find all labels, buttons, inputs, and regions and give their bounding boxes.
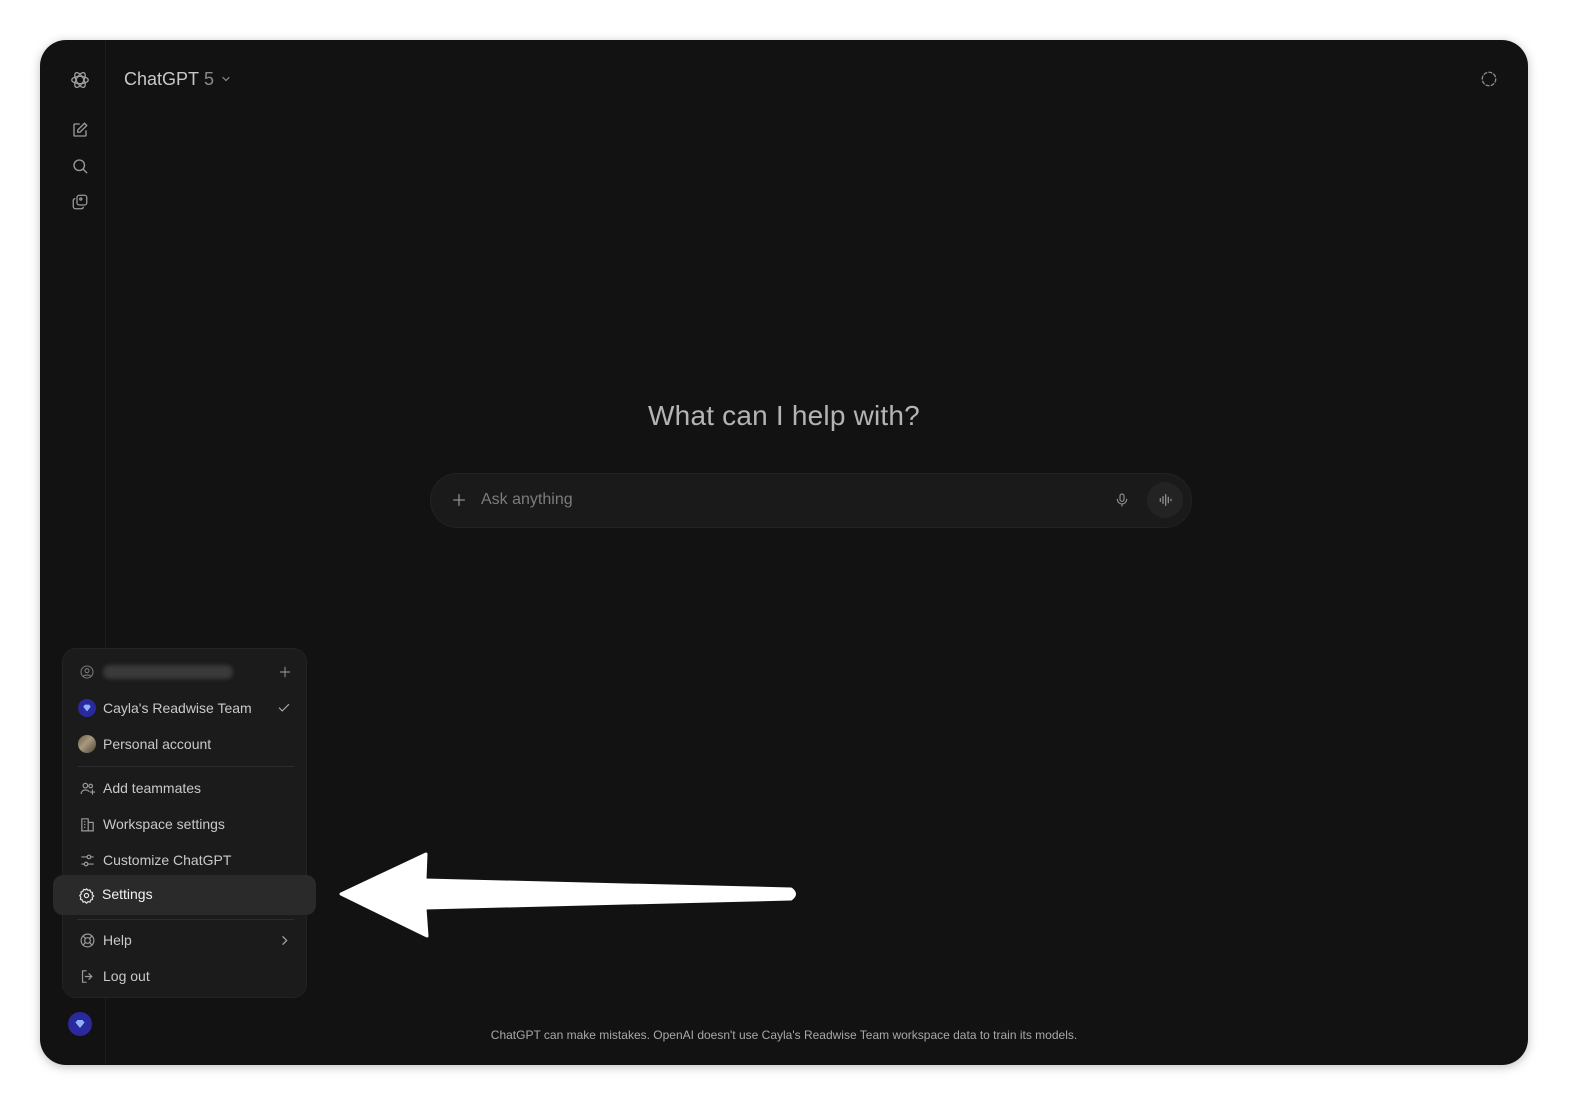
disclaimer-text: ChatGPT can make mistakes. OpenAI doesn'… [490, 1028, 1078, 1042]
sliders-icon [78, 851, 96, 869]
workspace-label: Personal account [103, 736, 212, 752]
personal-avatar-icon [78, 735, 96, 753]
chevron-down-icon [220, 73, 232, 85]
workspace-item-readwise[interactable]: Cayla's Readwise Team [63, 690, 308, 726]
menu-item-add-teammates[interactable]: Add teammates [63, 770, 308, 806]
menu-item-customize[interactable]: Customize ChatGPT [63, 842, 308, 878]
workspace-avatar-icon [78, 699, 96, 717]
message-composer [430, 473, 1192, 528]
new-chat-icon[interactable] [66, 116, 94, 144]
account-menu: Cayla's Readwise Team Personal account A… [62, 648, 307, 998]
add-account-icon[interactable] [277, 664, 293, 680]
building-icon [78, 815, 96, 833]
menu-item-label: Add teammates [103, 780, 202, 796]
menu-item-label: Log out [103, 968, 150, 984]
account-email-row[interactable] [63, 654, 308, 690]
search-icon[interactable] [66, 152, 94, 180]
workspace-item-personal[interactable]: Personal account [63, 726, 308, 762]
gallery-icon[interactable] [66, 188, 94, 216]
menu-item-label: Workspace settings [103, 816, 225, 832]
openai-logo-icon[interactable] [66, 66, 94, 94]
menu-item-workspace-settings[interactable]: Workspace settings [63, 806, 308, 842]
chevron-right-icon [276, 932, 292, 948]
menu-item-label: Customize ChatGPT [103, 852, 232, 868]
model-version: 5 [204, 68, 215, 89]
gear-icon [77, 886, 95, 904]
menu-item-label: Settings [102, 886, 153, 902]
message-input[interactable] [481, 482, 1101, 518]
model-selector[interactable]: ChatGPT 5 [124, 66, 232, 92]
page-headline: What can I help with? [648, 400, 920, 431]
add-people-icon [78, 779, 96, 797]
menu-divider [77, 919, 294, 920]
menu-divider [77, 766, 294, 767]
menu-item-logout[interactable]: Log out [63, 958, 308, 994]
logout-icon [78, 967, 96, 985]
voice-mode-icon[interactable] [1147, 482, 1183, 518]
microphone-icon[interactable] [1111, 489, 1133, 511]
redacted-email [103, 665, 233, 679]
plus-icon[interactable] [447, 488, 471, 512]
temporary-chat-icon[interactable] [1478, 68, 1500, 90]
model-name: ChatGPT [124, 68, 200, 89]
lifebuoy-icon [78, 931, 96, 949]
menu-item-settings[interactable]: Settings [53, 875, 316, 915]
menu-item-help[interactable]: Help [63, 922, 308, 958]
user-circle-icon [78, 663, 96, 681]
menu-item-label: Help [103, 932, 132, 948]
checkmark-icon [276, 700, 292, 716]
workspace-label: Cayla's Readwise Team [103, 700, 252, 716]
